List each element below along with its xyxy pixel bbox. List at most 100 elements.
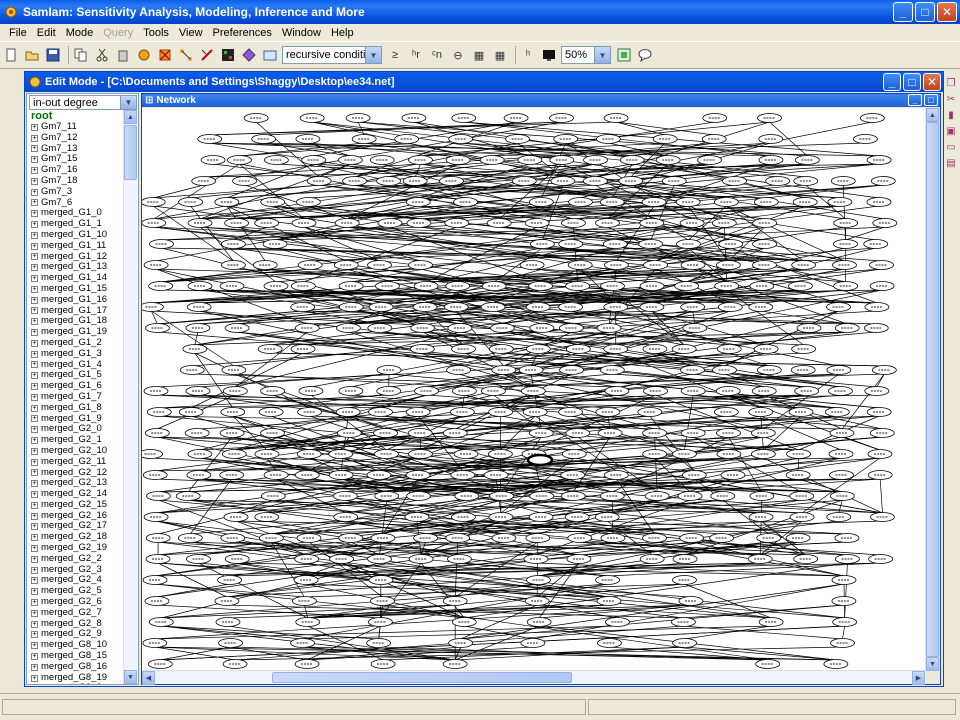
network-node[interactable] (144, 596, 170, 606)
network-node[interactable] (376, 386, 402, 396)
network-node[interactable] (186, 470, 212, 480)
network-node[interactable] (178, 197, 204, 207)
network-node[interactable] (595, 218, 620, 228)
expand-icon[interactable]: + (31, 631, 38, 639)
menu-view[interactable]: View (174, 27, 208, 39)
network-node[interactable] (566, 554, 592, 564)
maximize-button[interactable]: □ (915, 2, 935, 22)
expand-icon[interactable]: + (31, 350, 38, 358)
close-button[interactable]: ✕ (937, 2, 957, 22)
settings-icon[interactable] (261, 46, 279, 64)
expand-icon[interactable]: + (31, 167, 38, 175)
panel-icon[interactable]: ▣ (945, 126, 957, 138)
network-node[interactable] (146, 407, 172, 417)
network-node[interactable] (144, 428, 170, 438)
network-node[interactable] (295, 134, 321, 144)
scroll-thumb[interactable] (926, 122, 939, 657)
expand-icon[interactable]: + (31, 588, 38, 596)
expand-icon[interactable]: + (31, 458, 38, 466)
network-node[interactable] (252, 260, 278, 270)
scroll-thumb[interactable] (272, 672, 572, 683)
network-node[interactable] (295, 197, 321, 207)
expand-icon[interactable]: + (31, 221, 38, 229)
greater-equal-icon[interactable]: ≥ (386, 46, 404, 64)
tree-item[interactable]: + merged_G1_11 (29, 240, 121, 252)
network-canvas[interactable] (142, 108, 926, 671)
menu-edit[interactable]: Edit (32, 27, 61, 39)
delete-icon[interactable]: ▮ (945, 110, 957, 122)
evidence-icon[interactable] (219, 46, 237, 64)
monitor-icon[interactable] (540, 46, 558, 64)
chevron-down-icon[interactable]: ▼ (365, 47, 381, 63)
network-node[interactable] (218, 638, 243, 648)
network-node[interactable] (558, 407, 584, 417)
copy-icon[interactable] (72, 46, 90, 64)
scroll-left-arrow[interactable]: ◀ (142, 671, 155, 685)
expand-icon[interactable]: + (31, 318, 38, 326)
expand-icon[interactable]: + (31, 598, 38, 606)
expand-icon[interactable]: + (31, 210, 38, 218)
cut-icon[interactable] (93, 46, 111, 64)
tree-item[interactable]: +merged_G8_2 (29, 683, 121, 684)
expand-icon[interactable]: + (31, 447, 38, 455)
expand-icon[interactable]: + (31, 372, 38, 380)
expand-icon[interactable]: + (31, 264, 38, 272)
minimize-button[interactable]: _ (893, 2, 913, 22)
expand-icon[interactable]: + (31, 199, 38, 207)
expand-icon[interactable]: + (31, 480, 38, 488)
network-node[interactable] (187, 281, 213, 291)
tree-item[interactable]: + merged_G1_16 (29, 294, 121, 306)
network-node[interactable] (224, 218, 250, 228)
expand-icon[interactable]: + (31, 490, 38, 498)
scroll-up-arrow[interactable]: ▲ (124, 110, 137, 124)
expand-icon[interactable]: + (31, 145, 38, 153)
save-icon[interactable] (44, 46, 62, 64)
cn-icon[interactable]: ᶜn (428, 46, 446, 64)
network-node[interactable] (373, 428, 398, 438)
expand-icon[interactable]: + (31, 307, 38, 315)
network-node[interactable] (290, 302, 316, 312)
algorithm-select[interactable]: recursive conditioning ▼ (282, 46, 382, 64)
network-node[interactable] (558, 239, 584, 249)
child-maximize-button[interactable]: □ (903, 73, 921, 91)
remove-node-icon[interactable] (156, 46, 174, 64)
sort-mode-select[interactable]: in-out degree ▼ (29, 95, 137, 110)
network-node[interactable] (254, 218, 280, 228)
network-node[interactable] (596, 134, 621, 144)
expand-icon[interactable]: + (31, 275, 38, 283)
network-node[interactable] (335, 407, 361, 417)
expand-icon[interactable]: + (31, 523, 38, 531)
network-node[interactable] (291, 218, 317, 228)
expand-icon[interactable]: + (31, 361, 38, 369)
delete-icon[interactable] (114, 46, 132, 64)
window-icon[interactable]: ▤ (945, 158, 957, 170)
chevron-down-icon[interactable]: ▼ (594, 47, 610, 63)
expand-icon[interactable]: + (31, 512, 38, 520)
network-maximize-button[interactable]: □ (924, 94, 938, 106)
expand-icon[interactable]: + (31, 663, 38, 671)
network-node[interactable] (175, 491, 201, 501)
expand-icon[interactable]: + (31, 415, 38, 423)
child-minimize-button[interactable]: _ (883, 73, 901, 91)
network-node[interactable] (600, 533, 626, 543)
network-node[interactable] (549, 155, 575, 165)
network-node[interactable] (221, 239, 246, 249)
network-node[interactable] (219, 470, 245, 480)
expand-icon[interactable]: + (31, 437, 38, 444)
expand-icon[interactable]: + (31, 609, 38, 617)
remove-edge-icon[interactable] (198, 46, 216, 64)
network-node[interactable] (368, 407, 393, 417)
network-node[interactable] (642, 533, 667, 543)
expand-icon[interactable]: + (31, 188, 38, 196)
network-node[interactable] (177, 533, 203, 543)
expand-icon[interactable]: + (31, 642, 38, 650)
network-node[interactable] (336, 428, 362, 438)
expand-icon[interactable]: + (31, 426, 38, 434)
network-node[interactable] (603, 344, 629, 354)
expand-icon[interactable]: + (31, 296, 38, 304)
network-node[interactable] (338, 386, 364, 396)
network-node[interactable] (143, 386, 169, 396)
expand-icon[interactable]: + (31, 555, 38, 563)
grid-icon[interactable]: ▦ (470, 46, 488, 64)
network-node[interactable] (338, 533, 364, 543)
